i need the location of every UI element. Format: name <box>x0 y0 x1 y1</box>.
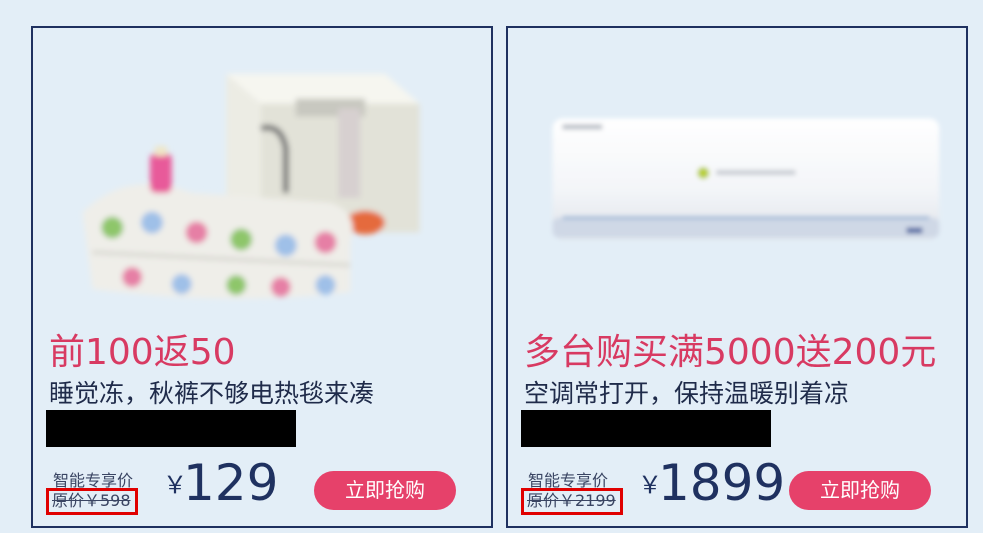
original-price: 原价￥2199 <box>521 488 623 515</box>
redacted-block <box>521 410 771 447</box>
promo-title[interactable]: 多台购买满5000送200元 <box>524 323 936 375</box>
sale-price: 129 <box>183 454 279 512</box>
product-card-electric-blanket[interactable]: 前100返50 睡觉冻，秋裤不够电热毯来凑 智能专享价 原价￥598 ￥ 129… <box>31 26 493 528</box>
promo-title[interactable]: 前100返50 <box>49 323 236 375</box>
air-conditioner-image[interactable] <box>508 28 966 318</box>
buy-now-button[interactable]: 立即抢购 <box>314 471 456 510</box>
redacted-block <box>46 410 296 447</box>
buy-now-button[interactable]: 立即抢购 <box>789 471 931 510</box>
original-price: 原价￥598 <box>46 488 138 515</box>
product-subtitle[interactable]: 空调常打开，保持温暖别着凉 <box>524 374 849 410</box>
product-card-air-conditioner[interactable]: 多台购买满5000送200元 空调常打开，保持温暖别着凉 智能专享价 原价￥21… <box>506 26 968 528</box>
product-subtitle[interactable]: 睡觉冻，秋裤不够电热毯来凑 <box>49 374 374 410</box>
sale-price: 1899 <box>658 454 786 512</box>
electric-blanket-image[interactable] <box>33 28 491 318</box>
